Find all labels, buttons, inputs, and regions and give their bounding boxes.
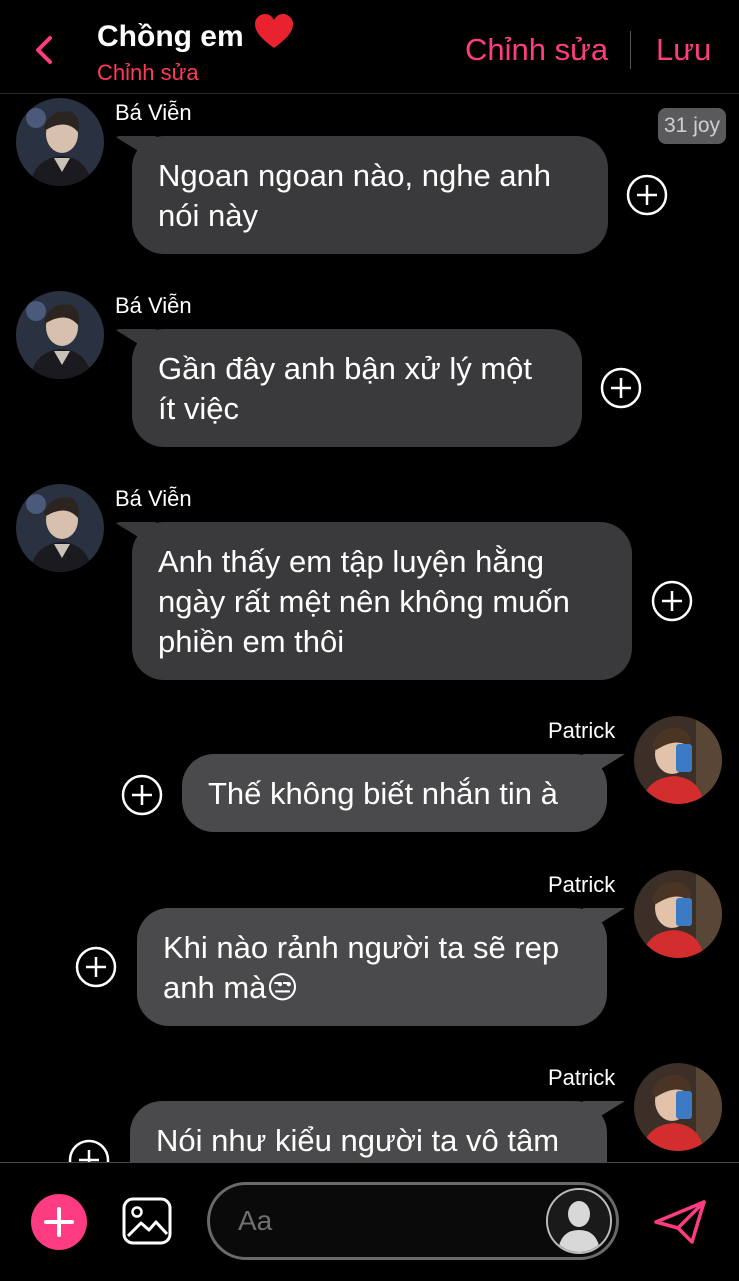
- header-divider: [630, 31, 631, 69]
- add-reaction-icon[interactable]: [75, 946, 117, 988]
- message-bubble[interactable]: Khi nào rảnh người ta sẽ rep anh mà😒: [137, 908, 607, 1026]
- back-chevron-icon[interactable]: [28, 30, 62, 70]
- message-line: Anh thấy em tập luyện hằng: [158, 544, 545, 579]
- message-bubble[interactable]: Nói như kiểu người ta vô tâm: [130, 1101, 607, 1162]
- message-input[interactable]: Aa: [207, 1182, 619, 1260]
- edit-button[interactable]: Chỉnh sửa: [465, 32, 608, 68]
- message-line: ít việc: [158, 391, 239, 426]
- sender-name: Patrick: [548, 718, 616, 743]
- plus-icon: [44, 1207, 74, 1237]
- add-reaction-icon[interactable]: [626, 174, 668, 216]
- chat-title-text: Chồng em: [97, 20, 244, 53]
- add-reaction-icon[interactable]: [651, 580, 693, 622]
- message-bubble[interactable]: Thế không biết nhắn tin à: [182, 754, 607, 832]
- save-button[interactable]: Lưu: [656, 32, 711, 68]
- message-line: Thế không biết nhắn tin à: [208, 776, 558, 811]
- message-line: Gần đây anh bận xử lý một: [158, 351, 533, 386]
- message-line: Ngoan ngoan nào, nghe anh: [158, 158, 552, 193]
- message-line: Nói như kiểu người ta vô tâm: [156, 1123, 560, 1158]
- message-line: nói này: [158, 198, 258, 233]
- avatar-ba-vien[interactable]: [16, 98, 104, 186]
- add-reaction-icon[interactable]: [600, 367, 642, 409]
- add-reaction-icon[interactable]: [68, 1139, 110, 1162]
- message-bubble[interactable]: Ngoan ngoan nào, nghe anh nói này: [132, 136, 608, 254]
- chat-title: Chồng em: [97, 14, 294, 54]
- send-icon[interactable]: [652, 1198, 708, 1246]
- composer-bar: Aa: [0, 1162, 739, 1281]
- chat-area[interactable]: 31 joy Bá Viễn Ngoan ngoan nào, nghe anh…: [0, 94, 739, 1162]
- message-item: Patrick Khi nào rảnh người ta sẽ rep anh…: [0, 868, 739, 1038]
- message-bubble[interactable]: Gần đây anh bận xử lý một ít việc: [132, 329, 582, 447]
- sender-name: Bá Viễn: [115, 486, 192, 511]
- add-reaction-icon[interactable]: [121, 774, 163, 816]
- avatar-patrick[interactable]: [634, 870, 722, 958]
- add-button[interactable]: [31, 1194, 87, 1250]
- heart-icon: [255, 14, 294, 48]
- message-item: Bá Viễn Ngoan ngoan nào, nghe anh nói nà…: [0, 94, 739, 264]
- avatar-patrick[interactable]: [634, 716, 722, 804]
- message-line: Khi nào rảnh người ta sẽ rep: [163, 930, 560, 965]
- message-item: Bá Viễn Anh thấy em tập luyện hằng ngày …: [0, 480, 739, 690]
- message-item: Patrick Nói như kiểu người ta vô tâm: [0, 1061, 739, 1162]
- message-item: Bá Viễn Gần đây anh bận xử lý một ít việ…: [0, 287, 739, 457]
- image-icon[interactable]: [121, 1196, 173, 1246]
- avatar-ba-vien[interactable]: [16, 291, 104, 379]
- default-avatar-icon[interactable]: [546, 1188, 612, 1254]
- message-line: anh mà😒: [163, 970, 299, 1005]
- message-bubble[interactable]: Anh thấy em tập luyện hằng ngày rất mệt …: [132, 522, 632, 680]
- sender-name: Patrick: [548, 872, 616, 897]
- sender-name: Bá Viễn: [115, 100, 192, 125]
- message-line: phiền em thôi: [158, 624, 345, 659]
- sender-name: Patrick: [548, 1065, 616, 1090]
- message-line: ngày rất mệt nên không muốn: [158, 584, 570, 619]
- sender-name: Bá Viễn: [115, 293, 192, 318]
- message-item: Patrick Thế không biết nhắn tin à: [0, 714, 739, 844]
- avatar-patrick[interactable]: [634, 1063, 722, 1151]
- chat-subtitle: Chỉnh sửa: [97, 60, 199, 85]
- avatar-ba-vien[interactable]: [16, 484, 104, 572]
- chat-header: Chồng em Chỉnh sửa Chỉnh sửa Lưu: [0, 0, 739, 94]
- message-input-placeholder: Aa: [238, 1205, 273, 1236]
